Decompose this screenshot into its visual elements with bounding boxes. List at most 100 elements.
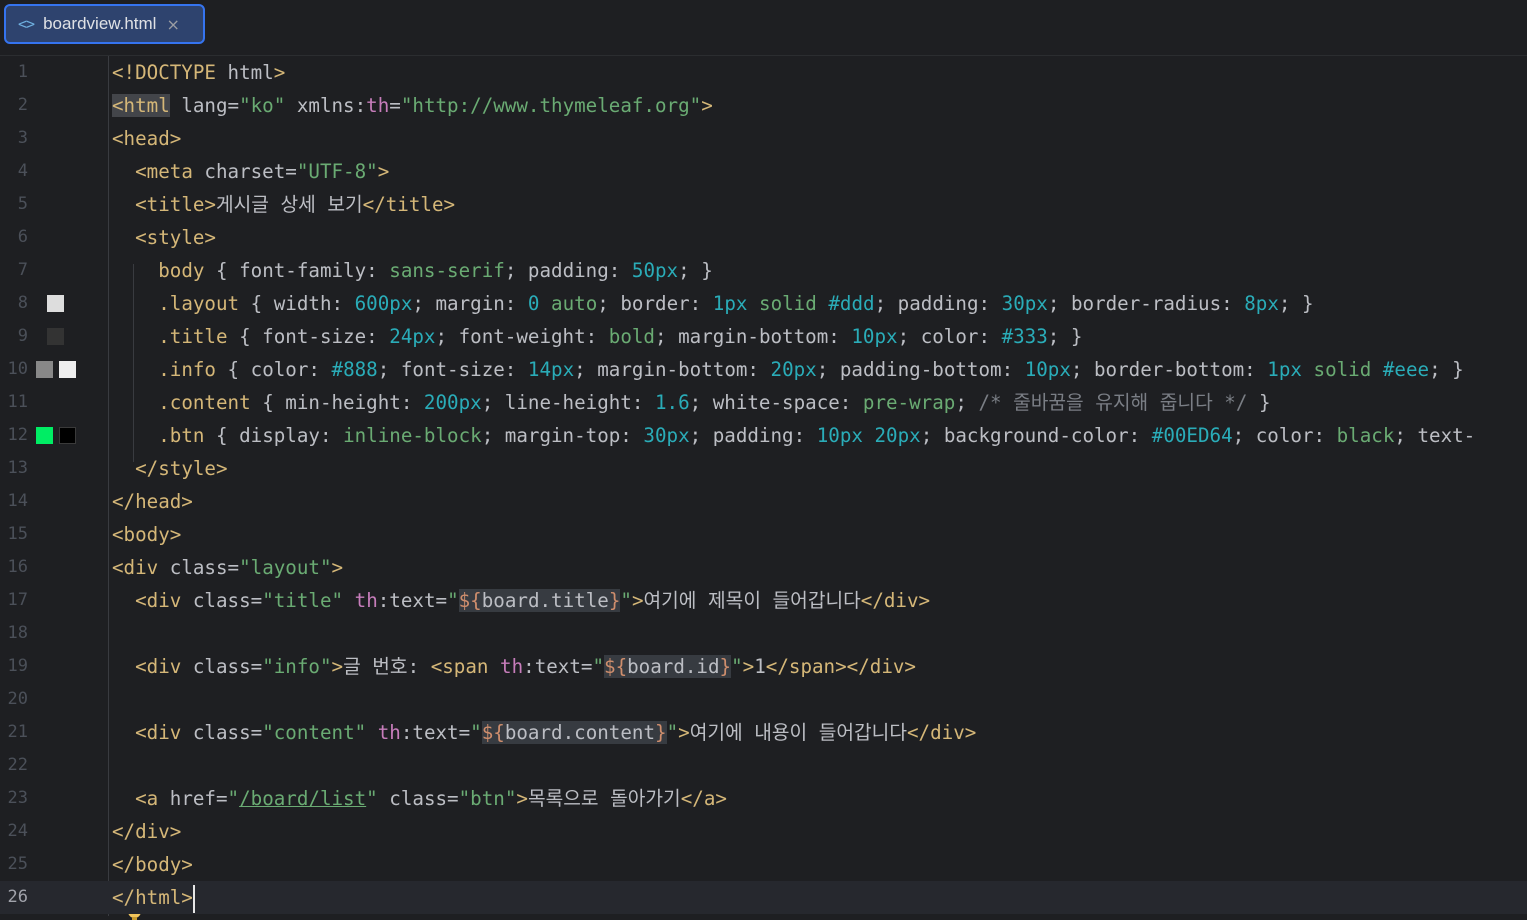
code-line[interactable]: 6 <style> bbox=[0, 221, 1527, 254]
code-line[interactable]: 5 <title>게시글 상세 보기</title> bbox=[0, 188, 1527, 221]
code-line[interactable]: 4 <meta charset="UTF-8"> bbox=[0, 155, 1527, 188]
code-line[interactable]: 15 <body> bbox=[0, 518, 1527, 551]
code-line[interactable]: 1 <!DOCTYPE html> bbox=[0, 56, 1527, 89]
close-icon[interactable]: × bbox=[166, 15, 179, 34]
code-token: .info bbox=[158, 358, 216, 381]
code-text: <a href="/board/list" class="btn">목록으로 돌… bbox=[112, 782, 727, 815]
line-number: 6 bbox=[17, 227, 28, 247]
code-text: </style> bbox=[112, 452, 228, 485]
code-token: </div> bbox=[112, 820, 182, 843]
code-token: black bbox=[1336, 424, 1395, 447]
code-token: 여기에 제목이 들어갑니다 bbox=[643, 589, 861, 612]
color-swatch[interactable] bbox=[47, 295, 64, 312]
code-line[interactable]: 8 .layout { width: 600px; margin: 0 auto… bbox=[0, 287, 1527, 320]
code-line[interactable]: 11 .content { min-height: 200px; line-he… bbox=[0, 386, 1527, 419]
line-number: 8 bbox=[17, 293, 28, 313]
code-token: 50px bbox=[631, 259, 679, 282]
code-line[interactable]: 19 <div class="info">글 번호: <span th:text… bbox=[0, 650, 1527, 683]
code-text: <!DOCTYPE html> bbox=[112, 56, 285, 89]
code-line[interactable]: 22 bbox=[0, 749, 1527, 782]
code-line[interactable]: 21 <div class="content" th:text="${board… bbox=[0, 716, 1527, 749]
code-text: </html> bbox=[112, 881, 195, 914]
code-token: 1.6 bbox=[654, 391, 690, 414]
code-line[interactable]: 13 </style> bbox=[0, 452, 1527, 485]
line-number: 9 bbox=[17, 326, 28, 346]
code-token: ; margin-top: bbox=[481, 424, 644, 447]
code-token: <head> bbox=[112, 127, 182, 150]
code-token: > bbox=[331, 655, 344, 678]
color-swatch[interactable] bbox=[59, 361, 76, 378]
code-token: class= bbox=[181, 655, 263, 678]
tab-boardview-html[interactable]: <> boardview.html × bbox=[4, 4, 205, 44]
code-text: <div class="info">글 번호: <span th:text="$… bbox=[112, 650, 916, 683]
code-text: <html lang="ko" xmlns:th="http://www.thy… bbox=[112, 89, 713, 122]
code-token: " bbox=[666, 721, 679, 744]
color-swatch[interactable] bbox=[36, 427, 53, 444]
code-line[interactable]: 18 bbox=[0, 617, 1527, 650]
code-token: { width: bbox=[239, 292, 355, 315]
color-swatch[interactable] bbox=[59, 427, 76, 444]
code-token: ; white-space: bbox=[689, 391, 863, 414]
line-number: 18 bbox=[7, 623, 28, 643]
code-text: <div class="title" th:text="${board.titl… bbox=[112, 584, 930, 617]
code-text: <title>게시글 상세 보기</title> bbox=[112, 188, 455, 221]
color-swatch[interactable] bbox=[47, 328, 64, 345]
code-text: </body> bbox=[112, 848, 193, 881]
code-line[interactable]: 23 <a href="/board/list" class="btn">목록으… bbox=[0, 782, 1527, 815]
code-token: #eee bbox=[1382, 358, 1430, 381]
code-text: </head> bbox=[112, 485, 193, 518]
code-text: <style> bbox=[112, 221, 216, 254]
code-line[interactable]: 14 </head> bbox=[0, 485, 1527, 518]
code-line[interactable]: 17 <div class="title" th:text="${board.t… bbox=[0, 584, 1527, 617]
line-number: 24 bbox=[7, 821, 28, 841]
code-token: th bbox=[366, 94, 390, 117]
code-token: " bbox=[227, 787, 240, 810]
code-line[interactable]: 9 .title { font-size: 24px; font-weight:… bbox=[0, 320, 1527, 353]
code-token: } bbox=[719, 655, 732, 678]
line-number: 17 bbox=[7, 590, 28, 610]
code-line[interactable]: 26 </html> bbox=[0, 881, 1527, 914]
code-token: class= bbox=[181, 721, 263, 744]
tab-label: boardview.html bbox=[43, 14, 157, 33]
code-token: .content bbox=[158, 391, 251, 414]
code-line[interactable]: 10 .info { color: #888; font-size: 14px;… bbox=[0, 353, 1527, 386]
code-line[interactable]: 12 .btn { display: inline-block; margin-… bbox=[0, 419, 1527, 452]
code-token: 30px bbox=[1001, 292, 1048, 315]
code-line[interactable]: 16 <div class="layout"> bbox=[0, 551, 1527, 584]
line-number: 12 bbox=[7, 425, 28, 445]
code-token: .btn bbox=[158, 424, 205, 447]
color-swatch[interactable] bbox=[36, 361, 53, 378]
code-editor[interactable]: 1 <!DOCTYPE html> 2 <html lang="ko" xmlns:t… bbox=[0, 56, 1527, 920]
code-token: ; padding-bottom: bbox=[816, 358, 1025, 381]
code-token: ; border: bbox=[597, 292, 713, 315]
code-line[interactable]: 3 <head> bbox=[0, 122, 1527, 155]
code-line[interactable]: 24 </div> bbox=[0, 815, 1527, 848]
code-line[interactable]: 7 body { font-family: sans-serif; paddin… bbox=[0, 254, 1527, 287]
code-token: ; } bbox=[678, 259, 713, 282]
code-line[interactable]: 2 <html lang="ko" xmlns:th="http://www.th… bbox=[0, 89, 1527, 122]
code-line[interactable]: 20 bbox=[0, 683, 1527, 716]
code-text: <head> bbox=[112, 122, 181, 155]
code-token: 10px bbox=[1024, 358, 1071, 381]
code-token: <div bbox=[135, 589, 182, 612]
code-token: #888 bbox=[331, 358, 378, 381]
code-token: > bbox=[678, 721, 690, 744]
code-token: <!DOCTYPE bbox=[112, 61, 228, 84]
code-token: </style> bbox=[135, 457, 228, 480]
code-token: " bbox=[592, 655, 605, 678]
code-token: </div> bbox=[906, 721, 977, 744]
code-token: ; bbox=[955, 391, 979, 414]
code-line[interactable]: 25 </body> bbox=[0, 848, 1527, 881]
code-token: ; padding: bbox=[504, 259, 632, 282]
code-token: > bbox=[377, 160, 390, 183]
code-token: 20px bbox=[770, 358, 817, 381]
code-token: " bbox=[447, 589, 459, 612]
